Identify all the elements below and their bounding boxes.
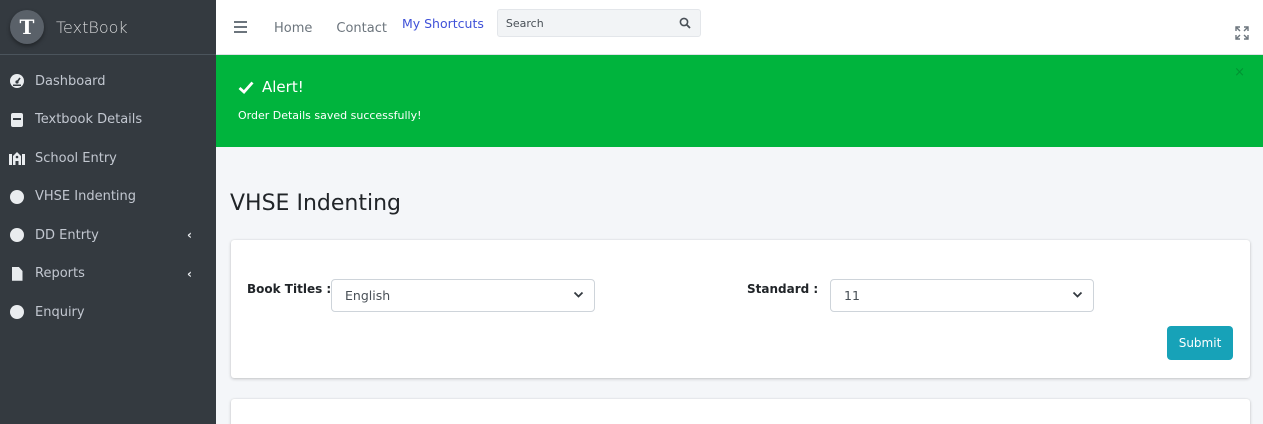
close-icon[interactable]: × (1234, 65, 1245, 80)
results-card (231, 399, 1250, 424)
chevron-left-icon: ‹ (187, 266, 192, 281)
search-input[interactable] (497, 16, 670, 30)
alert-title: Alert! (238, 78, 304, 96)
school-icon (9, 150, 25, 166)
brand-logo: T (10, 10, 44, 44)
file-icon (9, 266, 25, 282)
circle-icon (9, 189, 25, 205)
sidebar-item-label: DD Entrty (35, 227, 99, 243)
success-alert: Alert! Order Details saved successfully!… (216, 55, 1263, 147)
chevron-left-icon: ‹ (187, 228, 192, 243)
sidebar-item-vhse-indenting[interactable]: VHSE Indenting (0, 178, 216, 217)
sidebar-item-enquiry[interactable]: Enquiry (0, 293, 216, 332)
sidebar-item-label: Reports (35, 266, 85, 282)
brand[interactable]: T TextBook (0, 0, 216, 55)
search-box (496, 9, 701, 37)
nav-contact-link[interactable]: Contact (336, 21, 387, 36)
standard-select[interactable]: 11 (830, 279, 1094, 312)
sidebar-item-label: Dashboard (35, 73, 106, 89)
submit-button[interactable]: Submit (1167, 326, 1233, 360)
fullscreen-icon[interactable] (1235, 26, 1249, 40)
alert-title-text: Alert! (262, 78, 304, 96)
page-title: VHSE Indenting (230, 191, 401, 216)
dashboard-icon (9, 73, 25, 89)
sidebar-item-dd-entry[interactable]: DD Entrty ‹ (0, 216, 216, 255)
search-button[interactable] (670, 17, 700, 29)
menu-toggle-icon[interactable] (234, 21, 247, 33)
sidebar-item-reports[interactable]: Reports ‹ (0, 255, 216, 294)
chevron-down-icon (573, 291, 584, 298)
sidebar: T TextBook Dashboard Textbook Details Sc… (0, 0, 216, 424)
nav-shortcuts-link[interactable]: My Shortcuts (402, 16, 484, 31)
sidebar-item-textbook-details[interactable]: Textbook Details (0, 101, 216, 140)
circle-icon (9, 227, 25, 243)
alert-message: Order Details saved successfully! (238, 109, 422, 122)
sidebar-item-school-entry[interactable]: School Entry (0, 139, 216, 178)
book-icon (9, 112, 25, 128)
search-icon (679, 17, 691, 29)
sidebar-item-label: Textbook Details (35, 112, 143, 128)
sidebar-item-label: School Entry (35, 150, 117, 166)
book-titles-label: Book Titles : (247, 282, 332, 296)
brand-name: TextBook (56, 17, 128, 37)
sidebar-item-label: Enquiry (35, 304, 85, 320)
book-titles-value: English (345, 288, 391, 303)
top-navbar: Home Contact My Shortcuts (216, 0, 1263, 55)
sidebar-nav: Dashboard Textbook Details School Entry … (0, 55, 216, 332)
circle-icon (9, 304, 25, 320)
check-icon (238, 81, 254, 94)
chevron-down-icon (1072, 291, 1083, 298)
sidebar-item-dashboard[interactable]: Dashboard (0, 62, 216, 101)
standard-value: 11 (844, 288, 860, 303)
book-titles-select[interactable]: English (331, 279, 595, 312)
nav-home-link[interactable]: Home (274, 21, 312, 36)
sidebar-item-label: VHSE Indenting (35, 189, 137, 205)
brand-logo-letter: T (19, 15, 35, 39)
indent-form-card: Book Titles : English Standard : 11 Subm… (231, 240, 1250, 378)
standard-label: Standard : (747, 282, 819, 296)
